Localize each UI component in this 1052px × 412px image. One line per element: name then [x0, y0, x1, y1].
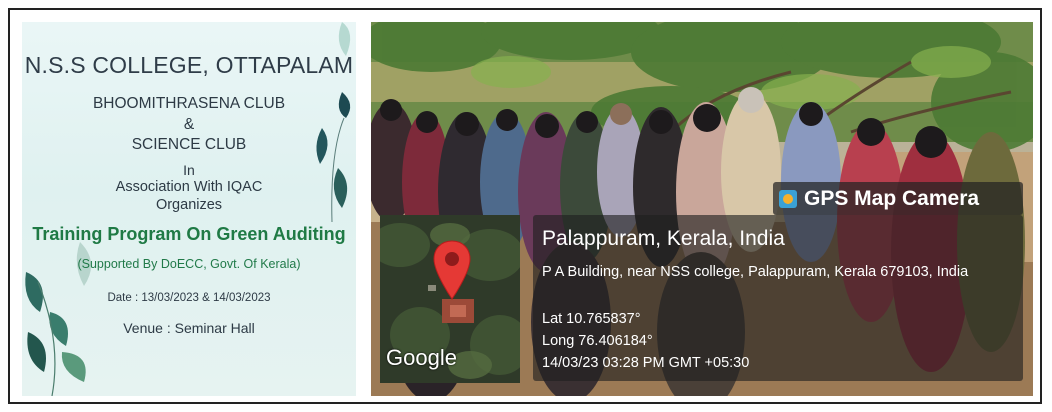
timestamp: 14/03/23 03:28 PM GMT +05:30	[542, 355, 750, 371]
college-name: N.S.S COLLEGE, OTTAPALAM	[24, 52, 354, 78]
organizes-text: Organizes	[155, 197, 223, 213]
map-pin-icon	[433, 240, 471, 300]
latitude: Lat 10.765837°	[542, 311, 641, 327]
club-name-2: SCIENCE CLUB	[131, 136, 247, 153]
event-venue: Venue : Seminar Hall	[123, 320, 255, 336]
location-address: P A Building, near NSS college, Palappur…	[542, 264, 969, 280]
club-name-1: BHOOMITHRASENA CLUB	[92, 95, 286, 112]
longitude: Long 76.406184°	[542, 333, 653, 349]
geotagged-photo: GPS Map Camera Google Palappuram, Kerala…	[371, 22, 1033, 396]
program-title: Training Program On Green Auditing	[32, 224, 346, 244]
gps-app-label: GPS Map Camera	[773, 182, 1023, 215]
event-poster: N.S.S COLLEGE, OTTAPALAM BHOOMITHRASENA …	[22, 22, 356, 396]
google-map-label: Google	[386, 345, 457, 370]
support-text: (Supported By DoECC, Govt. Of Kerala)	[77, 257, 301, 271]
gps-map-camera-icon	[779, 189, 797, 208]
gps-app-name: GPS Map Camera	[804, 186, 980, 210]
in-text: In	[183, 162, 195, 178]
satellite-minimap: Google	[380, 215, 520, 383]
association-text: Association With IQAC	[115, 179, 263, 195]
ampersand: &	[183, 116, 195, 133]
location-title: Palappuram, Kerala, India	[542, 227, 785, 250]
event-date: Date : 13/03/2023 & 14/03/2023	[107, 292, 271, 304]
location-info-box: Palappuram, Kerala, India P A Building, …	[533, 215, 1023, 381]
